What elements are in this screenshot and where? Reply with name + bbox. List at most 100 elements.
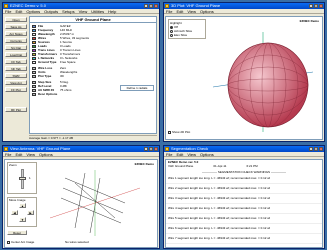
main-menu-options[interactable]: Options <box>26 9 40 14</box>
field-swatch <box>32 56 36 60</box>
seg-menu-edit[interactable]: Edit <box>176 152 183 157</box>
close-button[interactable]: × <box>154 4 158 8</box>
field-swatch <box>32 88 36 92</box>
move-left-button[interactable]: ◀ <box>11 210 18 215</box>
main-menu-file[interactable]: File <box>5 9 11 14</box>
main-menu-help[interactable]: Help <box>108 9 116 14</box>
src-dat-button[interactable]: Src Dat <box>5 45 27 50</box>
minimize-button[interactable]: _ <box>309 4 313 8</box>
maximize-button[interactable]: □ <box>314 147 318 151</box>
ant-notes-button[interactable]: Ant Notes <box>5 31 27 36</box>
report-date: 01-Apr-11 <box>213 164 227 168</box>
highlight-options: Off Azimuth Slice Elev Slice <box>170 25 204 37</box>
main-window: EZNEC Demo v. 5.0 _ □ × File Edit Options O… <box>2 2 160 142</box>
seg-warning-line: Wire 2 segment length too long. L = .469… <box>166 184 322 194</box>
show-2d-plot-checkbox[interactable]: Show 2D Plot <box>168 130 190 134</box>
move-image-group: Move Image ▲ ◀ ▶ ▼ <box>7 197 37 227</box>
close-button[interactable]: × <box>154 147 158 151</box>
zoom-label: Zoom <box>9 163 17 167</box>
load-dat-button[interactable]: Load Dat <box>5 52 27 57</box>
move-image-label: Move Image <box>9 198 26 202</box>
eznec-logo: EZNEC Demo <box>299 19 319 23</box>
ground-definition-box[interactable]: Define 1 radials <box>120 85 154 91</box>
main-menu-edit[interactable]: Edit <box>15 9 22 14</box>
view-window-titlebar[interactable]: View Antenna: VHF Ground Plane _ □ × <box>3 146 159 152</box>
field-key: Ground Type <box>38 60 57 64</box>
move-down-button[interactable]: ▼ <box>19 217 26 222</box>
window-controls: _ □ × <box>309 4 323 8</box>
field-swatch <box>32 80 36 84</box>
field-swatch <box>32 32 36 36</box>
antenna-wireframe <box>49 170 141 236</box>
view-menu-options[interactable]: Options <box>39 152 53 157</box>
plot-menu-view[interactable]: View <box>187 9 196 14</box>
field-swatch <box>32 36 36 40</box>
reset-button[interactable]: Reset <box>7 230 27 235</box>
checkbox-icon <box>168 130 171 134</box>
show-2d-label: Show 2D Plot <box>172 130 191 134</box>
zoom-thumb[interactable] <box>19 177 26 180</box>
close-button[interactable]: × <box>319 147 323 151</box>
plot-menu-file[interactable]: File <box>166 9 172 14</box>
minimize-button[interactable]: _ <box>309 147 313 151</box>
maximize-button[interactable]: □ <box>149 4 153 8</box>
center-ant-image-checkbox[interactable]: Center Ant Image <box>7 240 34 244</box>
view-window-title: View Antenna: VHF Ground Plane <box>10 146 71 151</box>
field-row[interactable]: Desc Options <box>32 92 154 96</box>
main-menu-utilities[interactable]: Utilities <box>91 9 104 14</box>
field-swatch <box>32 48 36 52</box>
seg-warning-line: Wire 3 segment length too long. L = .469… <box>166 194 322 204</box>
nf-tab-button[interactable]: NF Tab <box>5 66 27 71</box>
open-button[interactable]: Open <box>5 17 27 22</box>
view-menu-view[interactable]: View <box>26 152 35 157</box>
plot-window-titlebar[interactable]: 3D Plot: VHF Ground Plane _ □ × <box>164 3 324 9</box>
main-window-titlebar[interactable]: EZNEC Demo v. 5.0 _ □ × <box>3 3 159 9</box>
plot-menubar: File Edit View Options <box>164 9 324 14</box>
seg-window-title: Segmentation Check <box>171 146 209 151</box>
close-button[interactable]: × <box>319 4 323 8</box>
highlight-option-elev-slice[interactable]: Elev Slice <box>170 33 204 37</box>
maximize-button[interactable]: □ <box>149 147 153 151</box>
swr-button[interactable]: SWR <box>5 73 27 78</box>
zoom-value: 1 <box>29 176 31 180</box>
radio-icon <box>170 33 173 37</box>
field-swatch <box>32 40 36 44</box>
move-right-button[interactable]: ▶ <box>27 210 34 215</box>
rf-plot-button[interactable]: RF Plot <box>5 107 27 112</box>
main-menubar: File Edit Options Outputs Setups View Utilitie… <box>3 9 159 14</box>
field-value: Free Space <box>60 60 76 64</box>
move-up-button[interactable]: ▲ <box>19 203 26 208</box>
seg-warning-line: Wire 1 segment length too long. L = .469… <box>166 174 322 184</box>
view-menubar: File Edit View Options <box>3 152 159 157</box>
ff-tab-button[interactable]: FF Tab <box>5 59 27 64</box>
seg-window-titlebar[interactable]: Segmentation Check _ □ × <box>164 146 324 152</box>
highlight-option-label: Elev Slice <box>174 33 188 37</box>
main-menu-outputs[interactable]: Outputs <box>44 9 58 14</box>
seg-warning-line: Wire 7 segment length too long. L = .469… <box>166 234 322 244</box>
app-icon <box>4 4 8 8</box>
field-value <box>60 92 154 96</box>
field-row[interactable]: Ground Type Free Space <box>32 60 154 64</box>
minimize-button[interactable]: _ <box>144 147 148 151</box>
ff-plot-button[interactable]: FF Plot <box>5 87 27 92</box>
view-menu-edit[interactable]: Edit <box>15 152 22 157</box>
seg-menu-file[interactable]: File <box>166 152 172 157</box>
save-as-button[interactable]: Save As <box>5 24 27 29</box>
seg-menu-view[interactable]: View <box>187 152 196 157</box>
maximize-button[interactable]: □ <box>314 4 318 8</box>
field-key: Desc Options <box>38 92 58 96</box>
app-icon <box>4 147 8 151</box>
view-menu-file[interactable]: File <box>5 152 11 157</box>
view-ant-button[interactable]: View Ant <box>5 80 27 85</box>
currents-button[interactable]: Currents <box>5 38 27 43</box>
antenna-elements <box>60 172 126 234</box>
plot-menu-edit[interactable]: Edit <box>176 9 183 14</box>
main-menu-setups[interactable]: Setups <box>62 9 74 14</box>
main-menu-view[interactable]: View <box>79 9 88 14</box>
field-key: Plot Type <box>38 74 52 78</box>
field-swatch <box>32 84 36 88</box>
seg-menu-options[interactable]: Options <box>200 152 214 157</box>
plot-menu-options[interactable]: Options <box>200 9 214 14</box>
minimize-button[interactable]: _ <box>144 4 148 8</box>
field-row[interactable]: Plot Type 3D <box>32 74 154 78</box>
